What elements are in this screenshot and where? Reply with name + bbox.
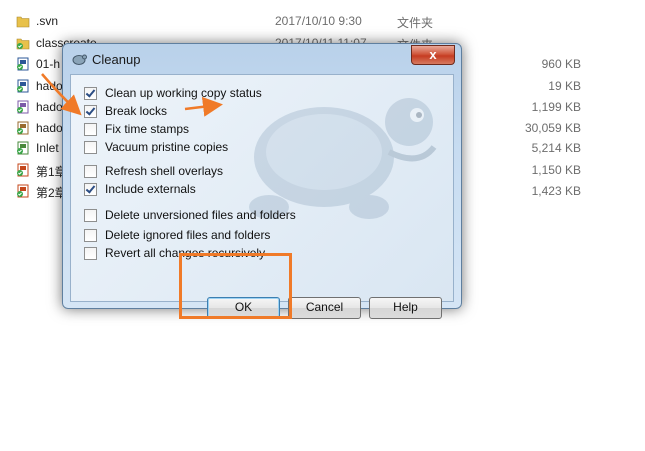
option-checkbox[interactable] [84,87,97,100]
option-checkbox[interactable] [84,141,97,154]
file-size: 1,199 KB [531,100,581,114]
file-size: 1,423 KB [531,184,581,198]
option-label: Vacuum pristine copies [105,140,229,154]
option-checkbox[interactable] [84,229,97,242]
option-checkbox[interactable] [84,209,97,222]
option-label: Fix time stamps [105,122,190,136]
file-size: 1,150 KB [531,163,581,177]
svn-ppt-icon [17,163,29,177]
file-name: 01-h [36,57,61,71]
svn-ppt-icon [17,184,29,198]
option-label: Refresh shell overlays [105,164,224,178]
file-type: 文件夹 [397,16,434,30]
option-checkbox[interactable] [84,183,97,196]
option-label: Clean up working copy status [105,86,262,100]
help-button[interactable]: Help [369,297,442,319]
option-checkbox[interactable] [84,165,97,178]
file-name: hado [36,100,63,114]
file-name: Inlet [36,141,59,155]
svn-doc-icon [17,79,29,93]
svn-jar-icon [17,121,29,135]
file-size: 960 KB [541,57,581,71]
ok-highlight-box [179,253,292,319]
option-checkbox[interactable] [84,123,97,136]
option-label: Delete unversioned files and folders [105,208,296,222]
file-name: hado [36,79,63,93]
file-size: 5,214 KB [531,141,581,155]
option-checkbox[interactable] [84,105,97,118]
file-size: 19 KB [548,79,581,93]
svn-archive-icon [17,100,29,114]
file-size: 30,059 KB [524,121,581,135]
option-label: Delete ignored files and folders [105,228,271,242]
file-row[interactable]: .svn 2017/10/10 9:30 文件夹 [0,11,645,31]
option-label: Include externals [105,182,196,196]
svn-doc-icon [17,57,29,71]
option-label: Break locks [105,104,168,118]
svn-folder-icon [16,38,30,50]
folder-icon [16,16,30,28]
file-date: 2017/10/10 9:30 [275,14,362,28]
file-name: .svn [36,14,59,28]
file-name: hado [36,121,63,135]
svn-file-icon [17,141,29,155]
dialog-title: Cleanup [92,52,141,67]
close-button[interactable]: x [411,45,455,65]
option-checkbox[interactable] [84,247,97,260]
cancel-button[interactable]: Cancel [288,297,361,319]
tortoise-icon [72,54,87,65]
